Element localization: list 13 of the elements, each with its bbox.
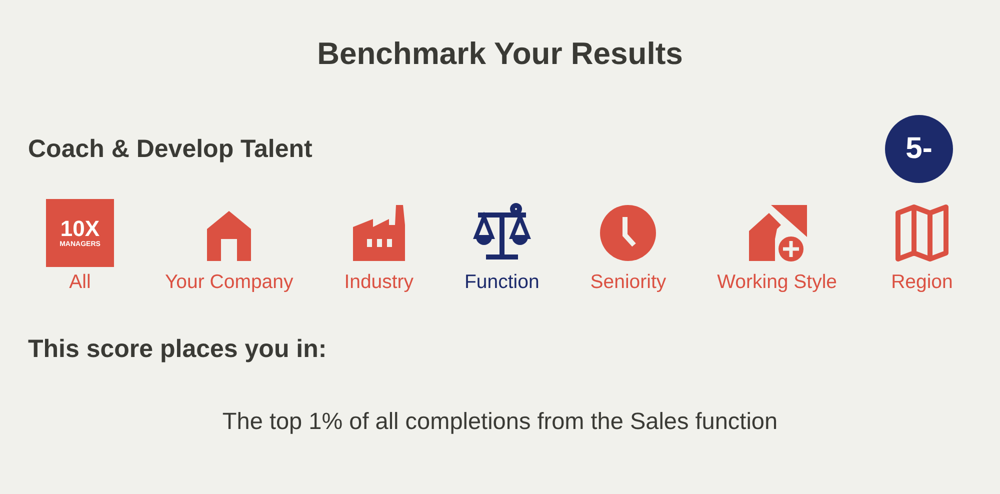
page-title: Benchmark Your Results bbox=[316, 35, 684, 73]
filter-tab[interactable]: Function bbox=[464, 199, 540, 295]
filter-tab[interactable]: Working Style bbox=[717, 199, 838, 295]
filter-tab[interactable]: Your Company bbox=[164, 199, 294, 295]
filter-tab[interactable]: Industry bbox=[344, 199, 414, 295]
result-heading: This score places you in: bbox=[28, 335, 328, 364]
clock-icon bbox=[598, 203, 658, 263]
filter-tab[interactable]: Seniority bbox=[590, 199, 666, 295]
filter-tab[interactable]: Region bbox=[888, 199, 956, 295]
result-text: The top 1% of all completions from the Sales function bbox=[221, 408, 779, 435]
competency-name: Coach & Develop Talent bbox=[28, 134, 312, 164]
score-badge: 5- bbox=[885, 115, 953, 183]
house-plus-icon bbox=[747, 203, 808, 263]
